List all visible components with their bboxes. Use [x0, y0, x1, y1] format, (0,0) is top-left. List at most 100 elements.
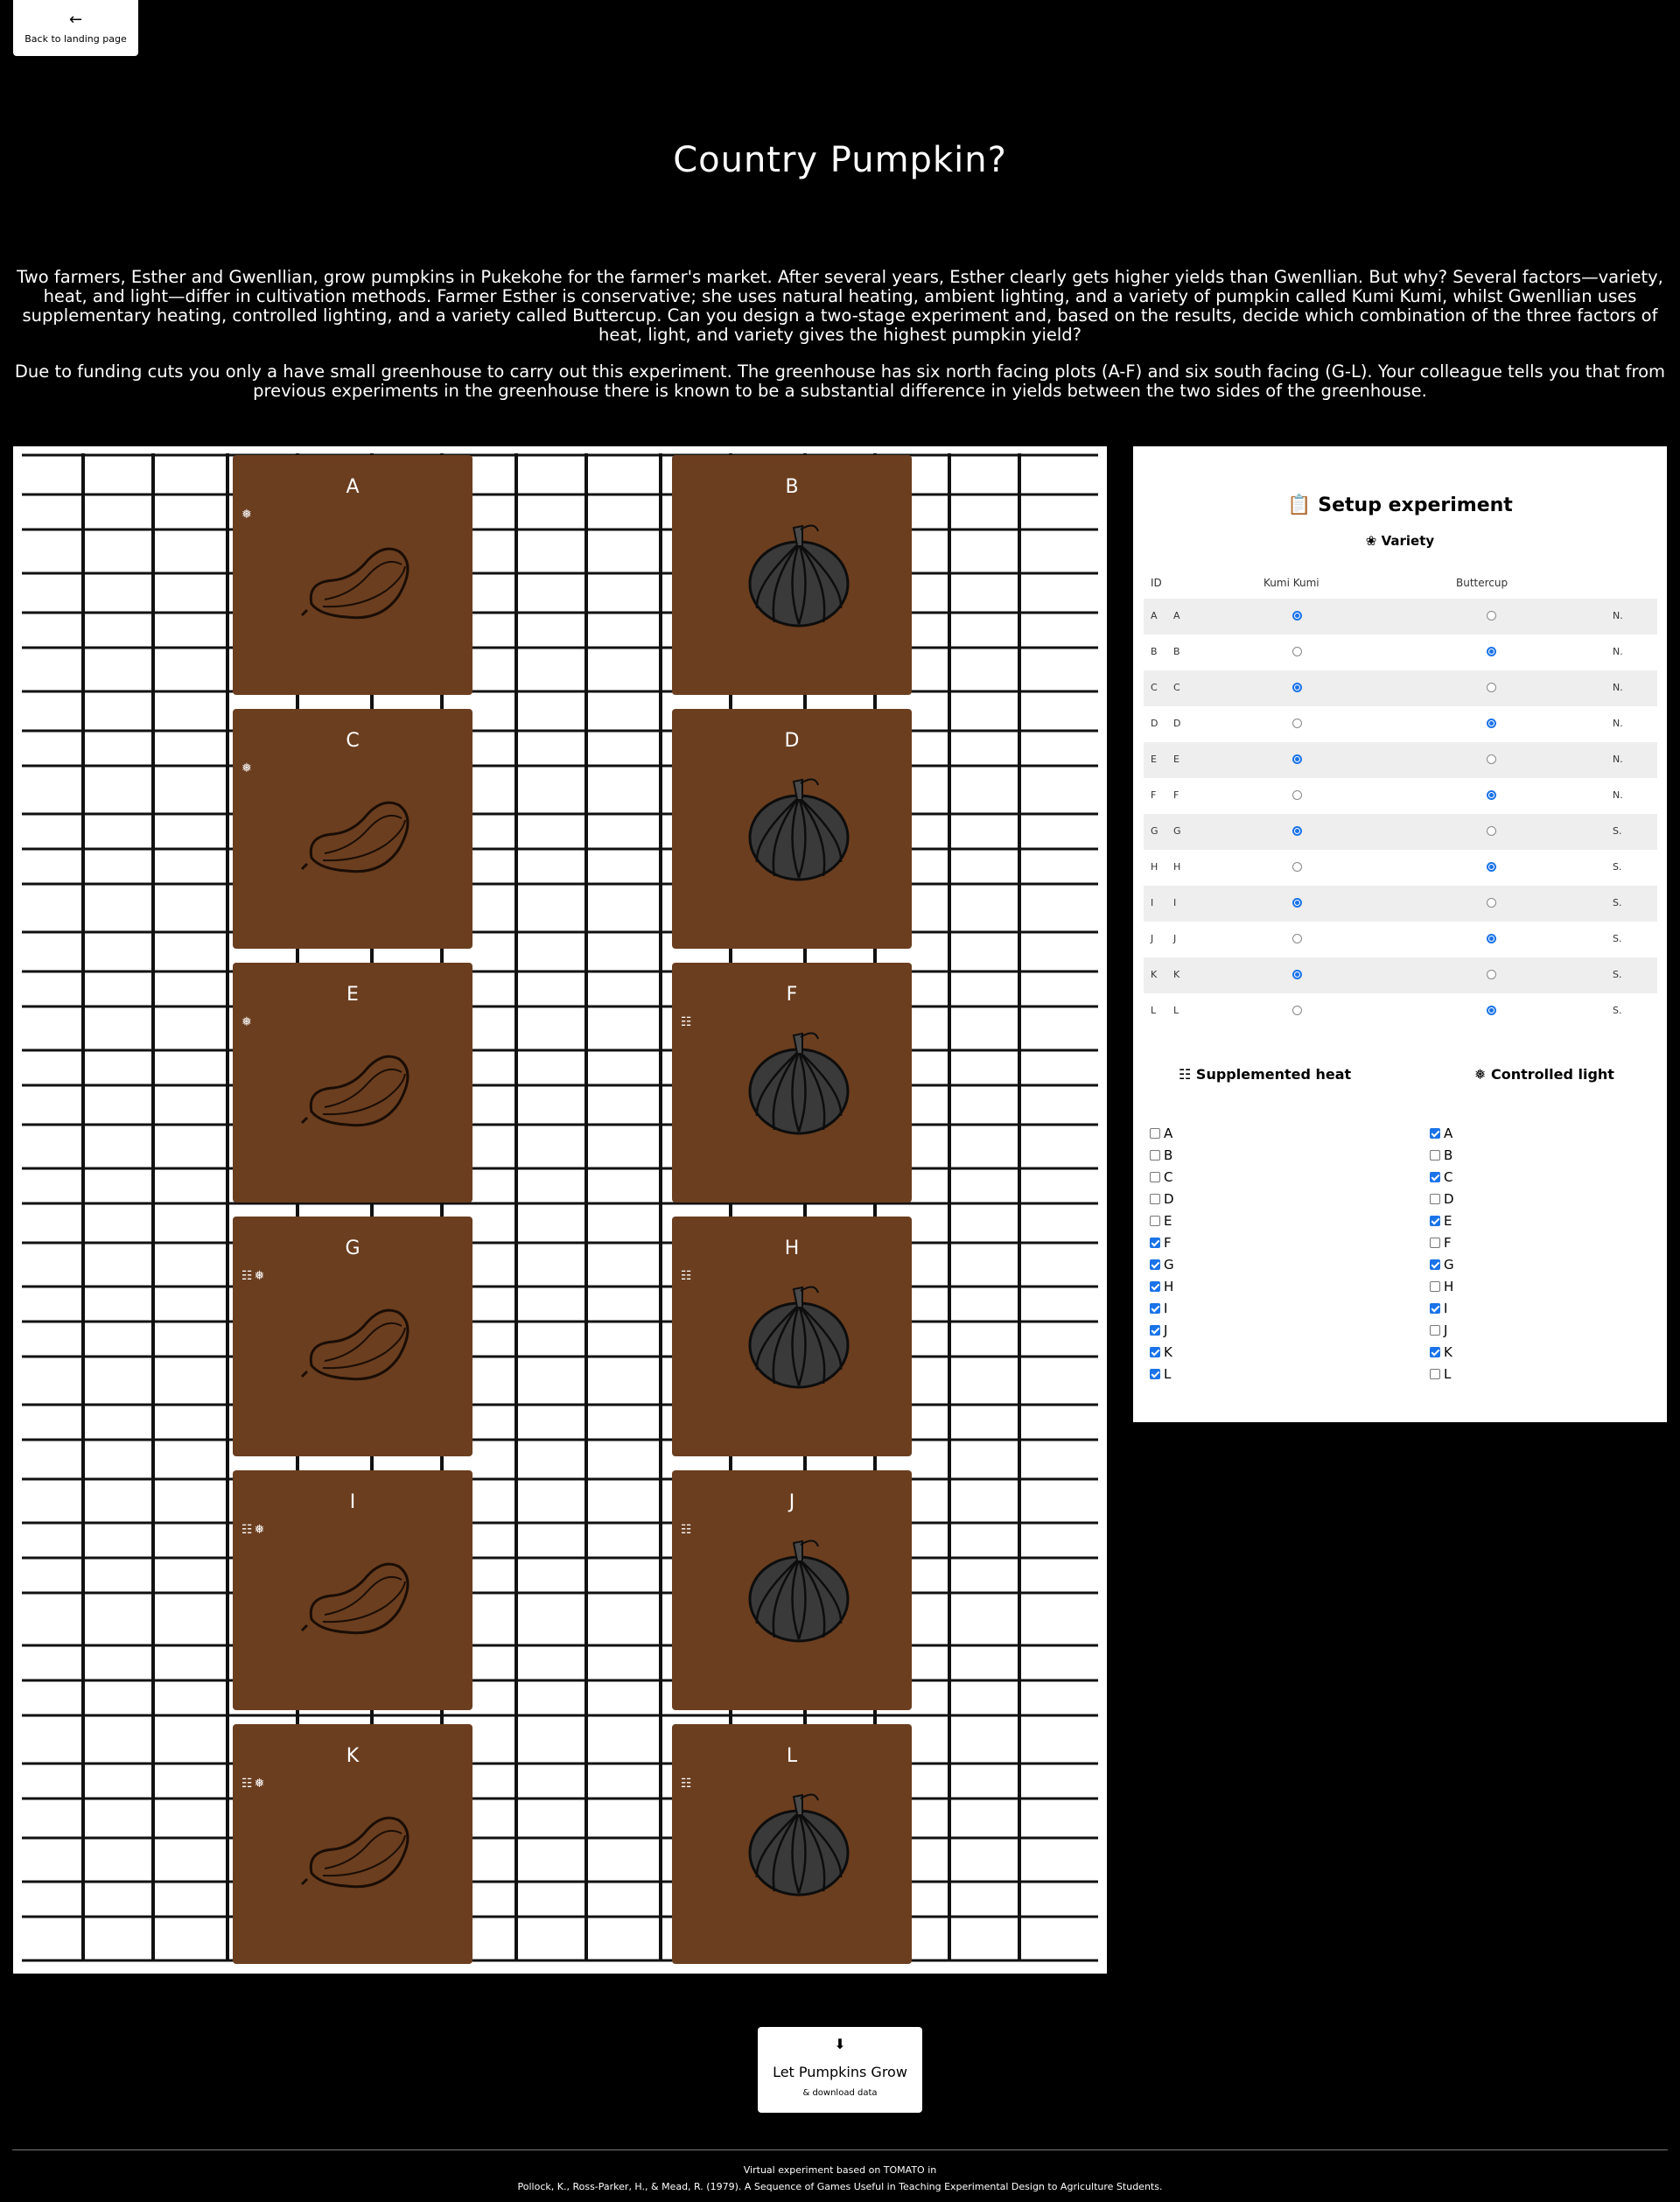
buttercup-radio[interactable]: [1487, 647, 1496, 656]
kumi-kumi-radio[interactable]: [1292, 719, 1302, 728]
buttercup-pumpkin-icon: [748, 1032, 850, 1135]
light-checkbox[interactable]: [1430, 1238, 1440, 1248]
kumi-kumi-radio[interactable]: [1292, 790, 1302, 800]
heat-checkbox[interactable]: [1150, 1303, 1160, 1314]
light-checkbox[interactable]: [1430, 1194, 1440, 1204]
let-pumpkins-grow-button[interactable]: ⬇ Let Pumpkins Grow & download data: [758, 2027, 922, 2113]
heat-checkbox[interactable]: [1150, 1194, 1160, 1204]
heat-checkbox[interactable]: [1150, 1281, 1160, 1292]
buttercup-radio[interactable]: [1487, 790, 1496, 800]
row-side: N.: [1613, 789, 1623, 801]
variety-row-b: B B N.: [1144, 635, 1657, 670]
light-checkbox[interactable]: [1430, 1369, 1440, 1379]
heat-checkbox[interactable]: [1150, 1369, 1160, 1379]
plot-letter: E: [346, 984, 359, 1006]
kumi-kumi-radio[interactable]: [1292, 1006, 1302, 1015]
row-side: N.: [1613, 646, 1623, 657]
buttercup-radio[interactable]: [1487, 862, 1496, 872]
light-checkbox[interactable]: [1430, 1259, 1440, 1270]
download-icon: ⬇: [834, 2036, 846, 2052]
heat-checkbox[interactable]: [1150, 1347, 1160, 1357]
kumi-kumi-radio[interactable]: [1292, 898, 1302, 908]
buttercup-radio[interactable]: [1487, 683, 1496, 692]
heat-checkbox[interactable]: [1150, 1150, 1160, 1161]
heat-checkbox[interactable]: [1150, 1259, 1160, 1270]
row-side: N.: [1613, 718, 1623, 729]
plot-letter: H: [784, 1238, 800, 1259]
light-label: A: [1444, 1126, 1453, 1141]
plot-treatment-icons: ☷: [681, 1269, 694, 1283]
light-checkbox[interactable]: [1430, 1347, 1440, 1357]
buttercup-radio[interactable]: [1487, 1006, 1496, 1015]
light-label: J: [1444, 1322, 1448, 1338]
heat-label: E: [1164, 1213, 1172, 1229]
row-side: S.: [1613, 1005, 1622, 1016]
kumi-kumi-pumpkin-icon: [300, 547, 410, 620]
row-side: S.: [1613, 861, 1622, 873]
buttercup-header: Buttercup: [1456, 577, 1508, 589]
buttercup-radio[interactable]: [1487, 970, 1496, 979]
light-checkbox[interactable]: [1430, 1150, 1440, 1161]
row-id: K: [1151, 969, 1158, 980]
row-label: E: [1173, 754, 1180, 765]
row-label: I: [1173, 897, 1177, 908]
variety-row-g: G G S.: [1144, 814, 1657, 850]
buttercup-radio[interactable]: [1487, 898, 1496, 908]
light-checkbox[interactable]: [1430, 1325, 1440, 1336]
row-id: C: [1151, 682, 1158, 693]
kumi-kumi-pumpkin-icon: [300, 801, 410, 873]
heat-checkbox[interactable]: [1150, 1172, 1160, 1182]
light-checkbox[interactable]: [1430, 1216, 1440, 1226]
intro-paragraph-1: Two farmers, Esther and Gwenllian, grow …: [17, 267, 1663, 345]
variety-row-c: C C N.: [1144, 670, 1657, 706]
row-label: L: [1173, 1005, 1180, 1016]
row-id: E: [1151, 754, 1157, 765]
kumi-kumi-radio[interactable]: [1292, 826, 1302, 836]
row-label: H: [1173, 861, 1181, 873]
buttercup-radio[interactable]: [1487, 826, 1496, 836]
kumi-kumi-radio[interactable]: [1292, 934, 1302, 943]
kumi-kumi-radio[interactable]: [1292, 862, 1302, 872]
heat-checkbox[interactable]: [1150, 1216, 1160, 1226]
variety-title: ❀ Variety: [1133, 533, 1667, 549]
plot-k: K ☷❅: [233, 1724, 472, 1964]
kumi-kumi-radio[interactable]: [1292, 970, 1302, 979]
heat-checkbox[interactable]: [1150, 1325, 1160, 1336]
plot-h: H ☷: [672, 1217, 912, 1456]
row-side: N.: [1613, 754, 1623, 765]
plot-letter: A: [346, 476, 360, 498]
heat-checkbox[interactable]: [1150, 1238, 1160, 1248]
plot-letter: J: [788, 1491, 795, 1513]
light-checkbox[interactable]: [1430, 1172, 1440, 1182]
buttercup-radio[interactable]: [1487, 719, 1496, 728]
row-side: S.: [1613, 969, 1622, 980]
buttercup-radio[interactable]: [1487, 611, 1496, 621]
row-label: K: [1173, 969, 1180, 980]
row-id: D: [1151, 718, 1158, 729]
plot-f: F ☷: [672, 963, 912, 1203]
light-checkbox[interactable]: [1430, 1303, 1440, 1314]
plot-e: E ❅: [233, 963, 472, 1203]
kumi-kumi-radio[interactable]: [1292, 611, 1302, 621]
kumi-kumi-radio[interactable]: [1292, 683, 1302, 692]
light-label: C: [1444, 1169, 1453, 1185]
heat-checkbox[interactable]: [1150, 1128, 1160, 1139]
row-id: I: [1151, 897, 1154, 908]
buttercup-radio[interactable]: [1487, 934, 1496, 943]
greenhouse-field: A ❅ B C ❅ D E ❅ F ☷ G ☷❅ H ☷ I ☷❅ J ☷ K ☷❅ L ☷: [13, 446, 1107, 1974]
footer-line-1: Virtual experiment based on TOMATO in: [743, 2164, 937, 2176]
light-title: ❅ Controlled light: [1474, 1066, 1614, 1083]
kumi-kumi-radio[interactable]: [1292, 647, 1302, 656]
light-checkbox[interactable]: [1430, 1281, 1440, 1292]
heat-label: F: [1164, 1235, 1172, 1251]
plot-i: I ☷❅: [233, 1470, 472, 1710]
buttercup-radio[interactable]: [1487, 754, 1496, 764]
kumi-kumi-pumpkin-icon: [300, 1562, 410, 1635]
variety-row-h: H H S.: [1144, 850, 1657, 886]
variety-row-k: K K S.: [1144, 957, 1657, 993]
back-to-landing-button[interactable]: ← Back to landing page: [13, 0, 138, 56]
plot-letter: K: [346, 1745, 360, 1767]
light-checkbox[interactable]: [1430, 1128, 1440, 1139]
footer-divider: [12, 2149, 1668, 2150]
kumi-kumi-radio[interactable]: [1292, 754, 1302, 764]
